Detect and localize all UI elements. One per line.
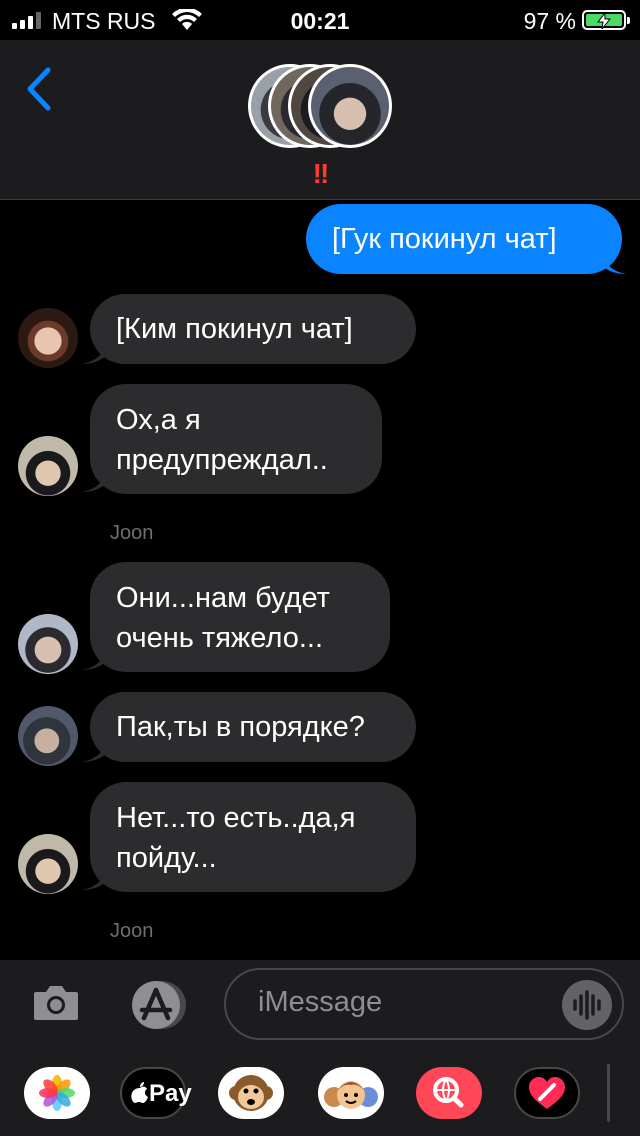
sender-name: Joon [110, 920, 154, 942]
apple-pay-label: Pay [149, 1080, 192, 1107]
sender-avatar[interactable] [18, 834, 78, 894]
memoji-app-button[interactable] [318, 1067, 384, 1119]
message-text-line: Ох,а я [116, 404, 201, 436]
bubble-tail [600, 248, 626, 274]
apple-pay-button[interactable]: Pay [120, 1067, 192, 1119]
message-bubble-incoming[interactable]: Нет...то есть..да,я пойду... [90, 782, 416, 892]
animoji-icon [229, 1075, 273, 1111]
app-store-icon[interactable] [126, 980, 192, 1030]
sender-name: Joon [110, 522, 154, 544]
message-bubble-incoming[interactable]: Ох,а я предупреждал.. [90, 384, 382, 494]
web-search-app-button[interactable] [416, 1067, 482, 1119]
message-text-line: предупреждал.. [116, 444, 328, 476]
message-bubble-incoming[interactable]: [Ким покинул чат] [90, 294, 416, 364]
drawer-divider [607, 1064, 610, 1122]
waveform-icon [573, 990, 601, 1020]
message-bubble-incoming[interactable]: Они...нам будет очень тяжело... [90, 562, 390, 672]
message-text: Пак,ты в порядке? [116, 711, 365, 743]
sender-avatar[interactable] [18, 706, 78, 766]
animoji-app-button[interactable] [218, 1067, 284, 1119]
camera-icon[interactable] [32, 982, 80, 1022]
digital-touch-app-button[interactable] [514, 1067, 580, 1119]
message-text-line: очень тяжело... [116, 622, 324, 654]
battery-percentage: 97 % [523, 8, 576, 34]
sender-avatar[interactable] [18, 436, 78, 496]
app-drawer: Pay [0, 1050, 640, 1136]
input-placeholder: iMessage [258, 986, 383, 1018]
message-bubble-incoming[interactable]: Пак,ты в порядке? [90, 692, 416, 762]
message-text: [Ким покинул чат] [116, 313, 353, 345]
group-avatar [308, 64, 392, 148]
memoji-icon [324, 1081, 378, 1109]
conversation-header: !! [0, 40, 640, 200]
message-text-line: Они...нам будет [116, 582, 330, 614]
battery-icon [582, 10, 630, 30]
digital-touch-icon [529, 1077, 565, 1109]
message-text-line: пойду... [116, 842, 217, 874]
sender-avatar[interactable] [18, 308, 78, 368]
web-search-icon [433, 1077, 464, 1108]
imessage-input[interactable]: iMessage [224, 968, 624, 1040]
photos-icon [39, 1075, 75, 1111]
status-bar: MTS RUS 00:21 97 % [0, 0, 640, 40]
back-chevron-icon[interactable] [22, 66, 56, 112]
photos-app-button[interactable] [24, 1067, 90, 1119]
audio-message-button[interactable] [562, 980, 612, 1030]
group-avatars[interactable] [248, 64, 398, 148]
message-text-line: Нет...то есть..да,я [116, 802, 356, 834]
message-text: [Гук покинул чат] [332, 223, 557, 255]
apple-logo-icon [131, 1082, 148, 1103]
alert-marks: !! [312, 158, 330, 189]
compose-bar: iMessage [0, 960, 640, 1050]
message-bubble-outgoing[interactable]: [Гук покинул чат] [306, 204, 622, 274]
sender-avatar[interactable] [18, 614, 78, 674]
